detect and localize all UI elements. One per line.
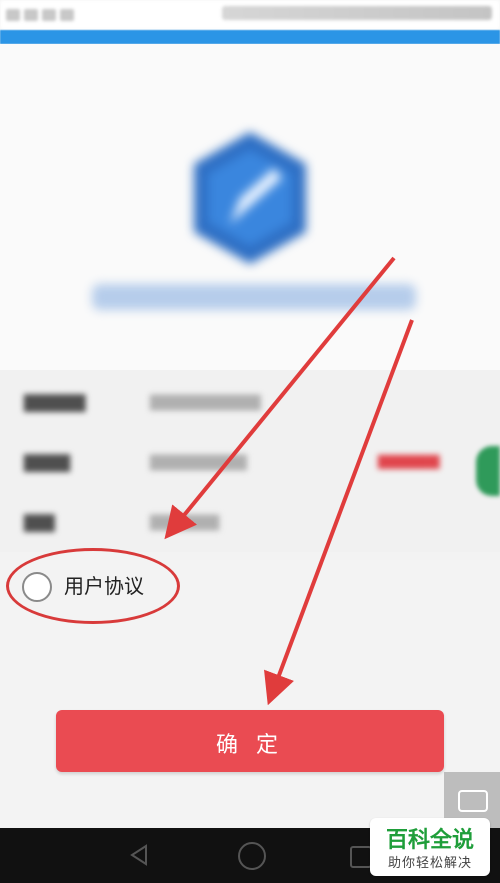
annotation-circle	[6, 548, 180, 624]
app-header-bar	[0, 30, 500, 44]
confirm-button[interactable]: 确 定	[56, 710, 444, 772]
app-name-blurred	[92, 284, 416, 310]
watermark-title: 百科全说	[385, 828, 474, 853]
status-bar	[0, 0, 500, 30]
login-form: ▆▆▆▆ ▆▆▆▆▆▆▆▆ ▆▆▆ ▆▆▆▆▆▆▆ ▆▆▆▆▆ ▆▆ ▆▆▆▆▆	[0, 370, 500, 552]
get-code-button-blurred[interactable]: ▆▆▆▆▆	[378, 450, 440, 469]
back-nav-icon[interactable]	[128, 844, 150, 866]
password-input-blurred[interactable]: ▆▆▆▆▆	[150, 510, 219, 531]
status-icons-left	[6, 6, 116, 22]
phone-label-blurred: ▆▆▆▆	[24, 388, 86, 412]
recent-apps-nav-icon[interactable]	[350, 846, 372, 868]
side-share-icon[interactable]	[476, 446, 500, 496]
code-row[interactable]: ▆▆▆ ▆▆▆▆▆▆▆ ▆▆▆▆▆	[0, 432, 500, 490]
app-logo-icon	[194, 132, 306, 264]
password-label-blurred: ▆▆	[24, 508, 55, 532]
confirm-button-label: 确 定	[215, 732, 285, 757]
phone-input-blurred[interactable]: ▆▆▆▆▆▆▆▆	[150, 390, 261, 411]
home-nav-icon[interactable]	[238, 842, 266, 870]
watermark-subtitle: 助你轻松解决	[387, 856, 472, 871]
password-row[interactable]: ▆▆ ▆▆▆▆▆	[0, 492, 500, 550]
phone-row[interactable]: ▆▆▆▆ ▆▆▆▆▆▆▆▆	[0, 372, 500, 430]
code-label-blurred: ▆▆▆	[24, 448, 71, 472]
status-icons-right	[222, 6, 492, 20]
watermark-logo: 百科全说 助你轻松解决	[370, 818, 490, 876]
code-input-blurred[interactable]: ▆▆▆▆▆▆▆	[150, 450, 247, 471]
